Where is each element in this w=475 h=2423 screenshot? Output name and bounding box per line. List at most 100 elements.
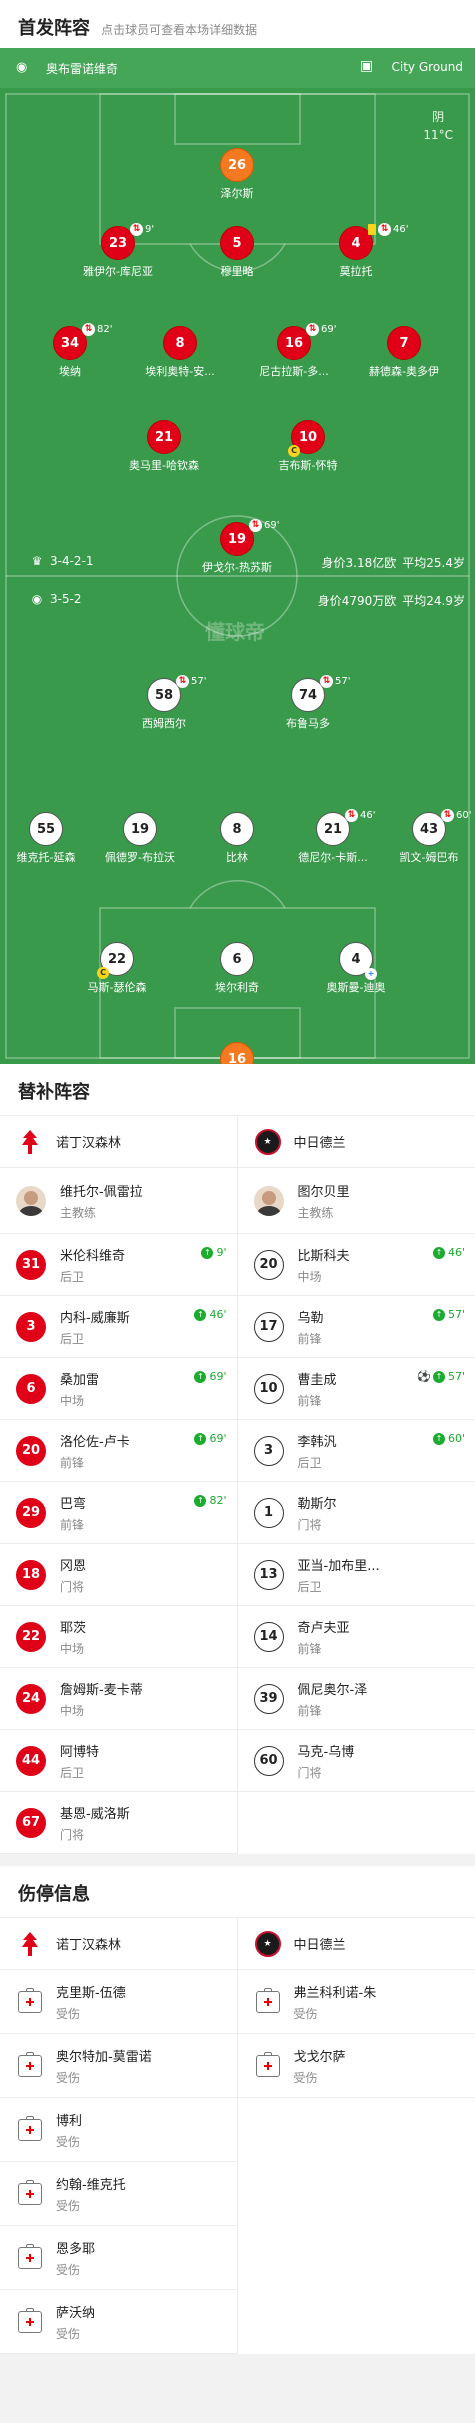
- pitch-player[interactable]: 34 ⇅ 82' 埃纳: [15, 323, 125, 379]
- away-formation-text: 3-5-2: [50, 592, 82, 606]
- sub-player-row[interactable]: 20 洛伦佐-卢卡 前锋 ↑ 69': [0, 1420, 237, 1482]
- sub-number: 18: [16, 1559, 46, 1590]
- player-number: 19 ⇅ 69': [220, 519, 279, 556]
- sub-number: 31: [16, 1249, 46, 1280]
- injury-name: 弗兰科利诺-朱: [293, 1985, 377, 2001]
- pitch-player[interactable]: 23 ⇅ 9' 雅伊尔-库尼亚: [63, 223, 173, 279]
- home-formation-text: 3-4-2-1: [50, 554, 94, 568]
- pitch-player[interactable]: 43 ⇅ 60' 凯文-姆巴布: [374, 809, 475, 865]
- pitch-player[interactable]: 19 佩德罗-布拉沃: [85, 812, 195, 865]
- pitch-player[interactable]: 22 C 马斯-瑟伦森: [62, 942, 172, 995]
- sub-in-icon: ↑: [194, 1370, 207, 1383]
- pitch-player[interactable]: 4 + 奥斯曼-迪奥: [301, 942, 411, 995]
- sub-player-row[interactable]: 29 巴弯 前锋 ↑ 82': [0, 1482, 237, 1544]
- pitch-player[interactable]: 8 比林: [182, 812, 292, 865]
- sub-position: 中场: [60, 1703, 85, 1718]
- player-number: 4 ⇅ 46': [339, 223, 408, 260]
- injury-status: 受伤: [293, 2070, 318, 2085]
- sub-player-row[interactable]: 39 佩尼奥尔-泽 前锋: [237, 1668, 475, 1730]
- injury-name: 恩多耶: [56, 2241, 96, 2257]
- sub-player-row[interactable]: 44 阿博特 后卫: [0, 1730, 237, 1792]
- away-injury-team[interactable]: ★ 中日德兰: [237, 1918, 475, 1970]
- player-number: 16: [220, 1042, 254, 1064]
- sub-position: 中场: [60, 1393, 85, 1408]
- pitch: ◉ 奥布雷诺维奇 ▣ City Ground 阴 11°C 懂球帝 ♛ 3-4-2…: [0, 48, 475, 1064]
- sub-player-row[interactable]: 20 比斯科夫 中场 ↑ 46': [237, 1234, 475, 1296]
- sub-player-row[interactable]: 24 詹姆斯-麦卡蒂 中场: [0, 1668, 237, 1730]
- pitch-player[interactable]: 8 埃利奥特-安...: [125, 326, 235, 379]
- referee-name: 奥布雷诺维奇: [46, 62, 119, 76]
- home-team-value: 身价3.18亿欧 平均25.4岁: [316, 554, 465, 571]
- pitch-player[interactable]: 26 泽尔斯: [182, 148, 292, 201]
- sub-player-row[interactable]: 17 乌勒 前锋 ↑ 57': [237, 1296, 475, 1358]
- injury-row[interactable]: 戈戈尔萨 受伤: [237, 2034, 475, 2098]
- sub-player-row[interactable]: 13 亚当-加布里... 后卫: [237, 1544, 475, 1606]
- sub-position: 后卫: [60, 1765, 85, 1780]
- lineup-header: 首发阵容 点击球员可查看本场详细数据: [0, 0, 475, 48]
- pitch-player[interactable]: 21 奥马里-哈钦森: [109, 420, 219, 473]
- sub-player-row[interactable]: 3 李韩汎 后卫 ↑ 60': [237, 1420, 475, 1482]
- sub-position: 门将: [60, 1827, 85, 1842]
- player-number: 21 ⇅ 46': [316, 809, 375, 846]
- home-coach[interactable]: 维托尔-佩雷拉 主教练: [0, 1168, 237, 1234]
- sub-position: 后卫: [60, 1331, 85, 1346]
- pitch-player[interactable]: 4 ⇅ 46' 莫拉托: [301, 223, 411, 279]
- pitch-player[interactable]: 19 ⇅ 69' 伊戈尔-热苏斯: [182, 519, 292, 575]
- sub-player-row[interactable]: 3 内科-威廉斯 后卫 ↑ 46': [0, 1296, 237, 1358]
- injury-row[interactable]: 博利 受伤: [0, 2098, 237, 2162]
- pitch-player[interactable]: 21 ⇅ 46' 德尼尔-卡斯...: [278, 809, 388, 865]
- sub-position: 后卫: [60, 1269, 85, 1284]
- sub-number: 6: [16, 1373, 46, 1404]
- player-name: 雅伊尔-库尼亚: [83, 265, 153, 278]
- sub-time-text: 60': [447, 1432, 465, 1445]
- injury-row[interactable]: 弗兰科利诺-朱 受伤: [237, 1970, 475, 2034]
- sub-number: 3: [16, 1311, 46, 1342]
- sub-player-row[interactable]: 10 曹圭成 前锋 ⚽ ↑ 57': [237, 1358, 475, 1420]
- midtjylland-logo-icon: ★: [254, 1930, 282, 1958]
- sub-indicator: ⇅ 82': [82, 323, 112, 336]
- pitch-player[interactable]: 16 ⇅ 69' 尼古拉斯-多...: [239, 323, 349, 379]
- sub-player-row[interactable]: 22 耶茨 中场: [0, 1606, 237, 1668]
- injury-row[interactable]: 恩多耶 受伤: [0, 2226, 237, 2290]
- injury-row[interactable]: 奥尔特加-莫雷诺 受伤: [0, 2034, 237, 2098]
- sub-number: 14: [253, 1621, 284, 1652]
- sub-player-row[interactable]: 1 勒斯尔 门将: [237, 1482, 475, 1544]
- pitch-player[interactable]: 7 赫德森-奥多伊: [349, 326, 459, 379]
- sub-time: ↑ 9': [201, 1246, 227, 1259]
- away-team-name: 中日德兰: [293, 1136, 346, 1151]
- injury-row[interactable]: 克里斯-伍德 受伤: [0, 1970, 237, 2034]
- away-age-text: 平均24.9岁: [402, 594, 465, 608]
- sub-time: ↑ 57': [432, 1308, 465, 1321]
- pitch-player[interactable]: 58 ⇅ 57' 西姆西尔: [109, 675, 219, 731]
- sub-number: 13: [253, 1559, 284, 1590]
- sub-position: 前锋: [297, 1331, 322, 1346]
- nottingham-logo-icon: ♛: [31, 554, 43, 568]
- home-value-text: 身价3.18亿欧: [321, 556, 397, 570]
- player-name: 奥马里-哈钦森: [129, 459, 199, 472]
- pitch-player[interactable]: 6 埃尔利奇: [182, 942, 292, 995]
- injury-name: 约翰-维克托: [56, 2177, 126, 2193]
- coach-name: 图尔贝里: [297, 1184, 350, 1200]
- sub-player-row[interactable]: 31 米伦科维奇 后卫 ↑ 9': [0, 1234, 237, 1296]
- away-coach[interactable]: 图尔贝里 主教练: [237, 1168, 475, 1234]
- sub-player-row[interactable]: 60 马克-乌博 门将: [237, 1730, 475, 1792]
- sub-player-row[interactable]: 67 基恩-威洛斯 门将: [0, 1792, 237, 1854]
- pitch-player[interactable]: 5 穆里略: [182, 226, 292, 279]
- player-number: 22 C: [97, 942, 134, 979]
- home-team-row[interactable]: 诺丁汉森林: [0, 1116, 237, 1168]
- pitch-player[interactable]: 10 C 吉布斯-怀特: [253, 420, 363, 473]
- injury-row[interactable]: 萨沃纳 受伤: [0, 2290, 237, 2354]
- injury-status: 受伤: [56, 2006, 81, 2021]
- sub-player-row[interactable]: 6 桑加雷 中场 ↑ 69': [0, 1358, 237, 1420]
- home-team-name: 诺丁汉森林: [56, 1136, 122, 1151]
- sub-position: 后卫: [297, 1455, 322, 1470]
- sub-player-row[interactable]: 18 冈恩 门将: [0, 1544, 237, 1606]
- injury-row[interactable]: 约翰-维克托 受伤: [0, 2162, 237, 2226]
- player-name: 马斯-瑟伦森: [87, 981, 147, 994]
- pitch-player[interactable]: 16奥拉夫松: [182, 1042, 292, 1064]
- sub-player-row[interactable]: 14 奇卢夫亚 前锋: [237, 1606, 475, 1668]
- sub-number: 20: [16, 1435, 46, 1466]
- home-injury-team[interactable]: 诺丁汉森林: [0, 1918, 237, 1970]
- away-team-row[interactable]: ★ 中日德兰: [237, 1116, 475, 1168]
- pitch-player[interactable]: 74 ⇅ 57' 布鲁马多: [253, 675, 363, 731]
